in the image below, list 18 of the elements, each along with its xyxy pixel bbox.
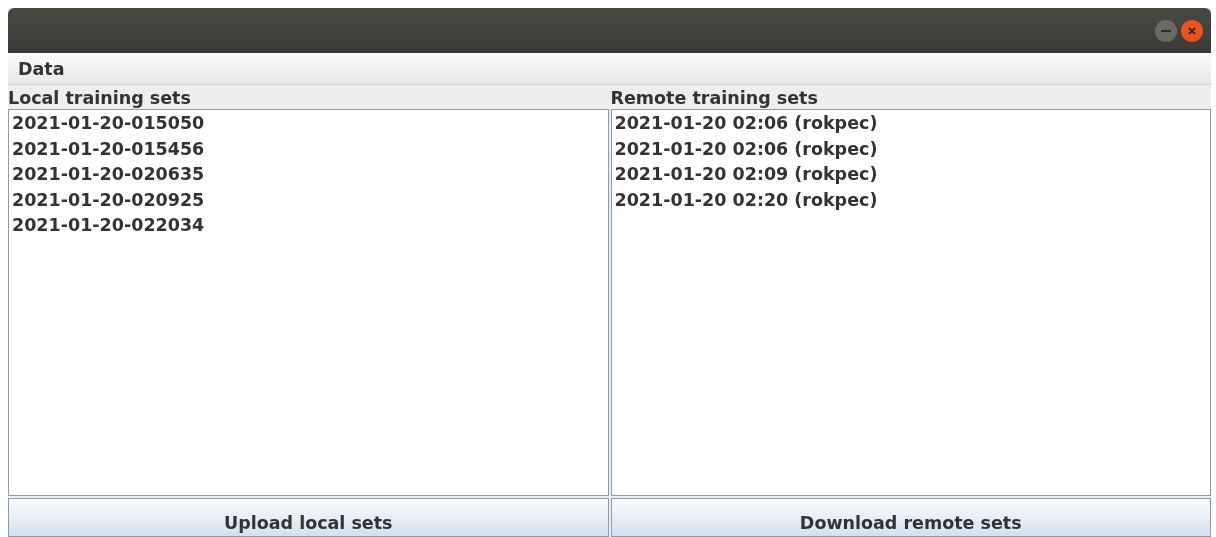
action-button[interactable]: Download remote sets: [610, 498, 1211, 537]
list-item[interactable]: 2021-01-20 02:20 (rokpec): [614, 187, 1207, 213]
close-icon: [1187, 25, 1197, 36]
action-button[interactable]: Upload local sets: [8, 498, 609, 537]
list-item[interactable]: 2021-01-20-022034: [12, 213, 605, 239]
menu-item[interactable]: Data: [12, 58, 71, 79]
close-button[interactable]: [1181, 19, 1203, 42]
list-title: Local training sets: [8, 87, 192, 109]
minimize-button[interactable]: [1155, 19, 1177, 42]
list-item[interactable]: 2021-01-20-015456: [12, 136, 605, 162]
list-item[interactable]: 2021-01-20 02:09 (rokpec): [614, 162, 1207, 188]
list-item[interactable]: 2021-01-20-020635: [12, 162, 605, 188]
list-item[interactable]: 2021-01-20 02:06 (rokpec): [614, 136, 1207, 162]
minus-icon: [1161, 29, 1171, 32]
list-item[interactable]: 2021-01-20-020925: [12, 187, 605, 213]
list-title: Remote training sets: [610, 87, 819, 109]
list-item[interactable]: 2021-01-20-015050: [12, 111, 605, 137]
list-item[interactable]: 2021-01-20 02:06 (rokpec): [614, 111, 1207, 137]
